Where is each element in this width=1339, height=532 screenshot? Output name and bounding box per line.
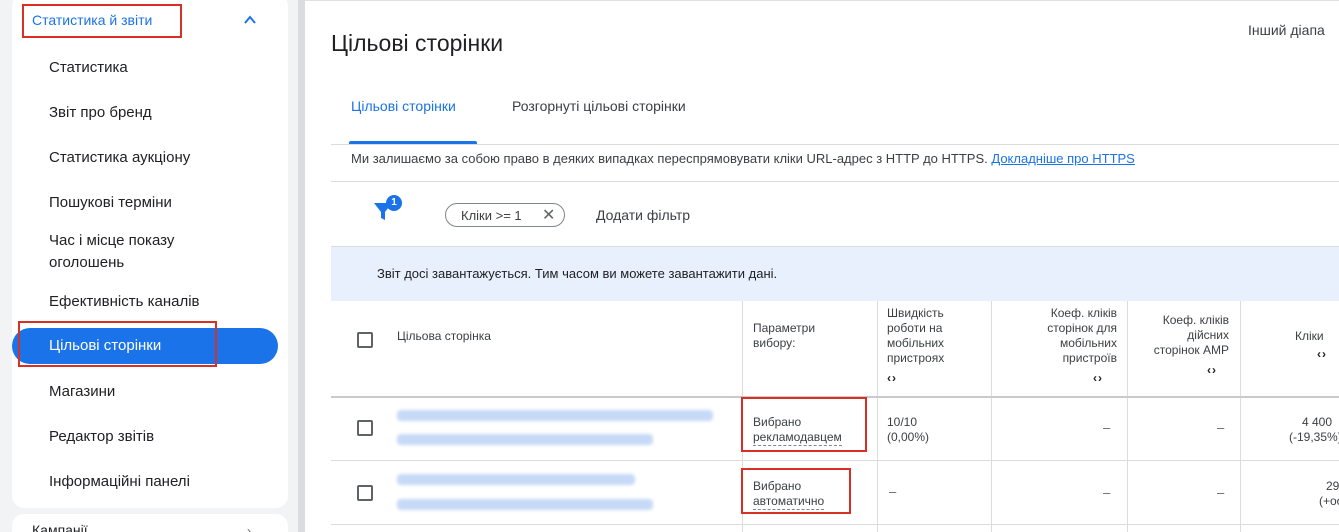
date-range-selector[interactable]: Інший діапа [1248,22,1325,38]
mobile-speed-change: (0,00%) [887,430,930,444]
column-divider [877,301,878,532]
page-title: Цільові сторінки [331,30,504,56]
sidebar-divider[interactable] [298,0,305,532]
add-filter-button[interactable]: Додати фільтр [596,207,690,223]
sidebar-item-when-where-shown[interactable]: Час і місце показу оголошень [49,230,239,274]
tab-expanded-landing-pages[interactable]: Розгорнуті цільові сторінки [512,98,686,114]
sort-icon[interactable]: ‹› [1093,371,1103,386]
divider [331,181,1339,182]
column-header-selection[interactable]: Параметри вибору: [753,321,843,351]
sidebar-item-channel-performance[interactable]: Ефективність каналів [49,291,200,313]
clicks-value: 4 400 [1302,415,1333,429]
column-header-mobile-speed[interactable]: Швидкість роботи на мобільних пристроях [887,306,977,366]
page: Статистика й звіти Статистика Звіт про б… [0,0,1339,532]
mobile-speed-value: 10/10 [887,415,918,429]
mobile-ctr-value: – [1103,420,1111,435]
filter-chip-label: Кліки >= 1 [461,208,522,223]
loading-banner: Звіт досі завантажується. Тим часом ви м… [331,247,1339,301]
column-header-landing-page[interactable]: Цільова сторінка [397,329,491,344]
highlight-box-active-item [18,321,217,367]
column-divider [991,301,992,532]
amp-ctr-value: – [1217,485,1225,500]
close-icon[interactable]: ✕ [542,205,555,225]
loading-banner-text: Звіт досі завантажується. Тим часом ви м… [377,266,778,281]
https-notice-text: Ми залишаємо за собою право в деяких вип… [351,151,988,166]
row-divider [331,524,1339,525]
sidebar-item-shops[interactable]: Магазини [49,381,115,403]
mobile-speed-value: – [889,484,897,499]
top-divider [305,0,1339,1]
highlight-box-selection-auto [741,468,851,514]
landing-page-url-redacted[interactable] [397,410,713,421]
sidebar: Статистика й звіти Статистика Звіт про б… [0,0,298,532]
sort-icon[interactable]: ‹› [1317,347,1327,362]
row-checkbox[interactable] [357,420,373,436]
https-learn-more-link[interactable]: Докладніше про HTTPS [991,151,1134,166]
landing-page-url-redacted [397,499,653,510]
select-all-checkbox[interactable] [357,332,373,348]
tab-landing-pages[interactable]: Цільові сторінки [351,98,456,114]
sidebar-section-campaigns[interactable]: Кампанії [32,522,88,532]
row-checkbox[interactable] [357,485,373,501]
highlight-box-section [22,4,182,38]
chevron-up-icon[interactable] [244,14,256,26]
tabs-divider [331,144,1339,145]
sort-icon[interactable]: ‹› [1207,363,1217,378]
mobile-ctr-value: – [1103,485,1111,500]
main-content: Цільові сторінки Інший діапа Цільові сто… [305,0,1339,532]
row-divider [331,460,1339,461]
landing-page-url-redacted[interactable] [397,474,635,485]
sidebar-item-auction-insights[interactable]: Статистика аукціону [49,147,190,169]
sort-icon[interactable]: ‹› [887,371,897,386]
filter-chip-clicks[interactable]: Кліки >= 1 ✕ [445,203,565,227]
amp-ctr-value: – [1217,420,1225,435]
https-notice: Ми залишаємо за собою право в деяких вип… [351,151,1135,166]
landing-page-url-redacted [397,434,653,445]
chevron-right-icon[interactable]: › [247,524,251,532]
sidebar-item-statistics[interactable]: Статистика [49,57,128,79]
column-header-clicks[interactable]: Кліки [1295,329,1324,344]
column-divider [1240,301,1241,532]
sidebar-item-dashboards[interactable]: Інформаційні панелі [49,471,190,493]
column-header-amp-ctr[interactable]: Коеф. кліків дійсних сторінок AMP [1141,313,1229,358]
clicks-value: 29 [1326,479,1339,493]
column-header-mobile-ctr[interactable]: Коеф. кліків сторінок для мобільних прис… [1011,306,1117,366]
clicks-change: (-19,35%) [1289,430,1339,444]
sidebar-item-brand-report[interactable]: Звіт про бренд [49,102,152,124]
filter-count-badge: 1 [386,195,402,211]
sidebar-item-report-editor[interactable]: Редактор звітів [49,426,154,448]
column-divider [1127,301,1128,532]
sidebar-item-search-terms[interactable]: Пошукові терміни [49,192,172,214]
highlight-box-selection-advertiser [741,397,867,452]
clicks-change: (+oo [1319,494,1339,508]
